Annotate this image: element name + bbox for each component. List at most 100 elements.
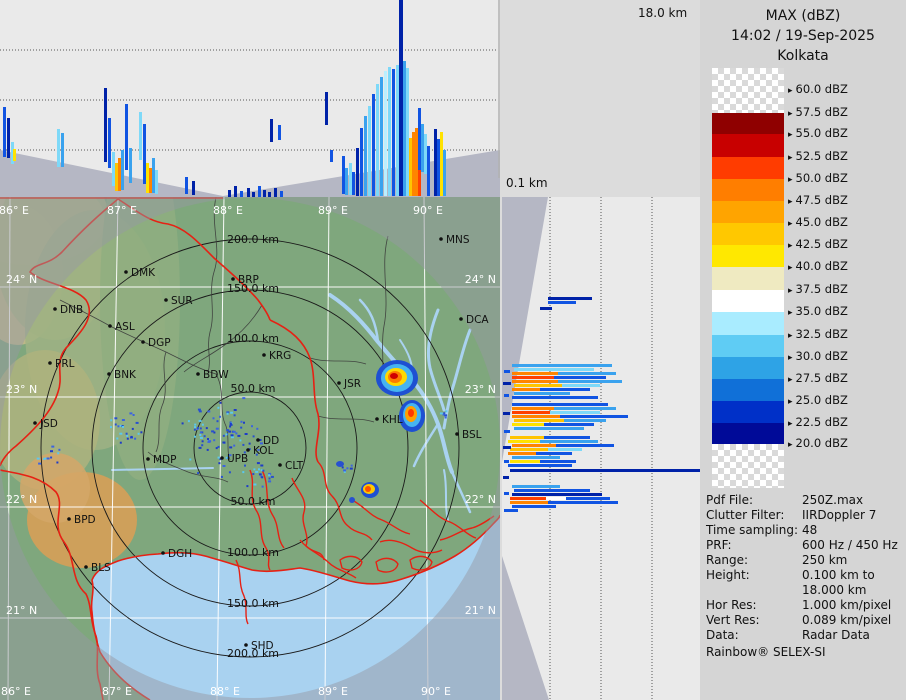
echo-column: [192, 181, 195, 195]
tick-arrow-icon: ▸: [788, 331, 793, 341]
range-ring-label: 100.0 km: [227, 546, 279, 559]
metadata-value: 250 km: [802, 553, 848, 567]
longitude-label: 86° E: [0, 204, 29, 217]
metadata-value: 1.000 km/pixel: [802, 598, 892, 612]
echo-row: [508, 464, 572, 467]
beam-shadow-wedge: [502, 197, 548, 462]
scale-swatch-transparent: [712, 444, 784, 488]
echo-speckle: [252, 473, 255, 475]
echo-column: [270, 119, 273, 142]
echo-row: [510, 436, 544, 439]
city-label: DGH: [168, 548, 192, 560]
echo-speckle: [239, 439, 242, 442]
tick-arrow-icon: ▸: [788, 197, 793, 207]
city-dot: [84, 565, 88, 569]
echo-speckle: [261, 485, 264, 488]
scale-value: 27.5 dBZ: [795, 371, 848, 385]
echo-row: [564, 419, 606, 422]
city-dot: [246, 448, 250, 452]
echo-speckle: [222, 441, 226, 444]
echo-speckle: [232, 430, 236, 433]
echo-speckle: [261, 476, 264, 479]
echo-speckle: [196, 426, 199, 429]
echo-speckle: [38, 462, 42, 465]
echo-speckle: [217, 456, 220, 459]
echo-row: [514, 392, 570, 395]
echo-column: [403, 61, 406, 196]
city-dot: [48, 361, 52, 365]
echo-row: [512, 415, 560, 418]
echo-row: [548, 297, 592, 300]
scale-label: ▸ 42.5 dBZ: [788, 237, 848, 253]
storm-cell: [390, 373, 398, 379]
echo-speckle: [134, 437, 137, 440]
metadata-label: Hor Res:: [706, 598, 757, 612]
echo-column: [415, 128, 418, 196]
echo-row: [503, 446, 511, 449]
city-dot: [375, 417, 379, 421]
echo-speckle: [131, 427, 134, 430]
echo-speckle: [114, 423, 117, 426]
echo-speckle: [197, 472, 200, 475]
latitude-label: 23° N: [465, 383, 496, 396]
echo-row: [554, 376, 606, 379]
scale-label: ▸ 55.0 dBZ: [788, 126, 848, 142]
scale-swatch: [712, 335, 784, 357]
echo-column: [143, 124, 146, 184]
tick-arrow-icon: ▸: [788, 219, 793, 229]
scale-label: ▸ 35.0 dBZ: [788, 304, 848, 320]
scale-value: 20.0 dBZ: [795, 436, 848, 450]
echo-row: [504, 460, 509, 463]
echo-speckle: [50, 450, 53, 453]
echo-column: [356, 148, 359, 196]
echo-speckle: [225, 433, 228, 436]
echo-speckle: [268, 477, 271, 480]
echo-row: [512, 444, 556, 447]
scale-value: 35.0 dBZ: [795, 304, 848, 318]
scale-label: ▸ 37.5 dBZ: [788, 282, 848, 298]
height-axis-max-label: 18.0 km: [638, 6, 688, 20]
echo-speckle: [445, 410, 448, 413]
echo-row: [504, 492, 509, 495]
echo-speckle: [56, 461, 59, 464]
scale-swatch: [712, 357, 784, 379]
echo-row: [566, 497, 610, 500]
tick-arrow-icon: ▸: [788, 397, 793, 407]
echo-column: [13, 149, 16, 161]
echo-column: [247, 188, 250, 197]
scale-value: 50.0 dBZ: [795, 171, 848, 185]
scale-value: 47.5 dBZ: [795, 193, 848, 207]
echo-speckle: [194, 423, 197, 426]
echo-speckle: [343, 469, 347, 472]
city-label: BLS: [91, 562, 111, 574]
city-dot: [439, 237, 443, 241]
echo-column: [155, 170, 158, 194]
metadata-label: Range:: [706, 553, 749, 567]
echo-column: [129, 148, 132, 183]
echo-speckle: [220, 475, 223, 478]
scale-swatch: [712, 179, 784, 201]
scale-value: 60.0 dBZ: [795, 82, 848, 96]
city-dot: [53, 307, 57, 311]
echo-speckle: [233, 409, 237, 411]
echo-speckle: [207, 410, 211, 413]
echo-column: [121, 150, 124, 190]
city-label: CLT: [285, 460, 304, 472]
echo-speckle: [219, 401, 222, 404]
echo-speckle: [350, 464, 353, 467]
city-dot: [196, 372, 200, 376]
echo-row: [560, 415, 628, 418]
echo-speckle: [130, 435, 133, 438]
echo-column: [384, 71, 387, 196]
echo-column: [274, 188, 277, 197]
echo-speckle: [237, 434, 241, 437]
echo-speckle: [226, 429, 230, 432]
echo-column: [409, 138, 412, 196]
echo-speckle: [198, 410, 202, 413]
echo-speckle: [253, 468, 256, 471]
echo-speckle: [119, 424, 122, 427]
echo-column: [418, 170, 421, 196]
metadata-label: PRF:: [706, 538, 732, 552]
scale-value: 22.5 dBZ: [795, 415, 848, 429]
echo-speckle: [201, 440, 204, 443]
